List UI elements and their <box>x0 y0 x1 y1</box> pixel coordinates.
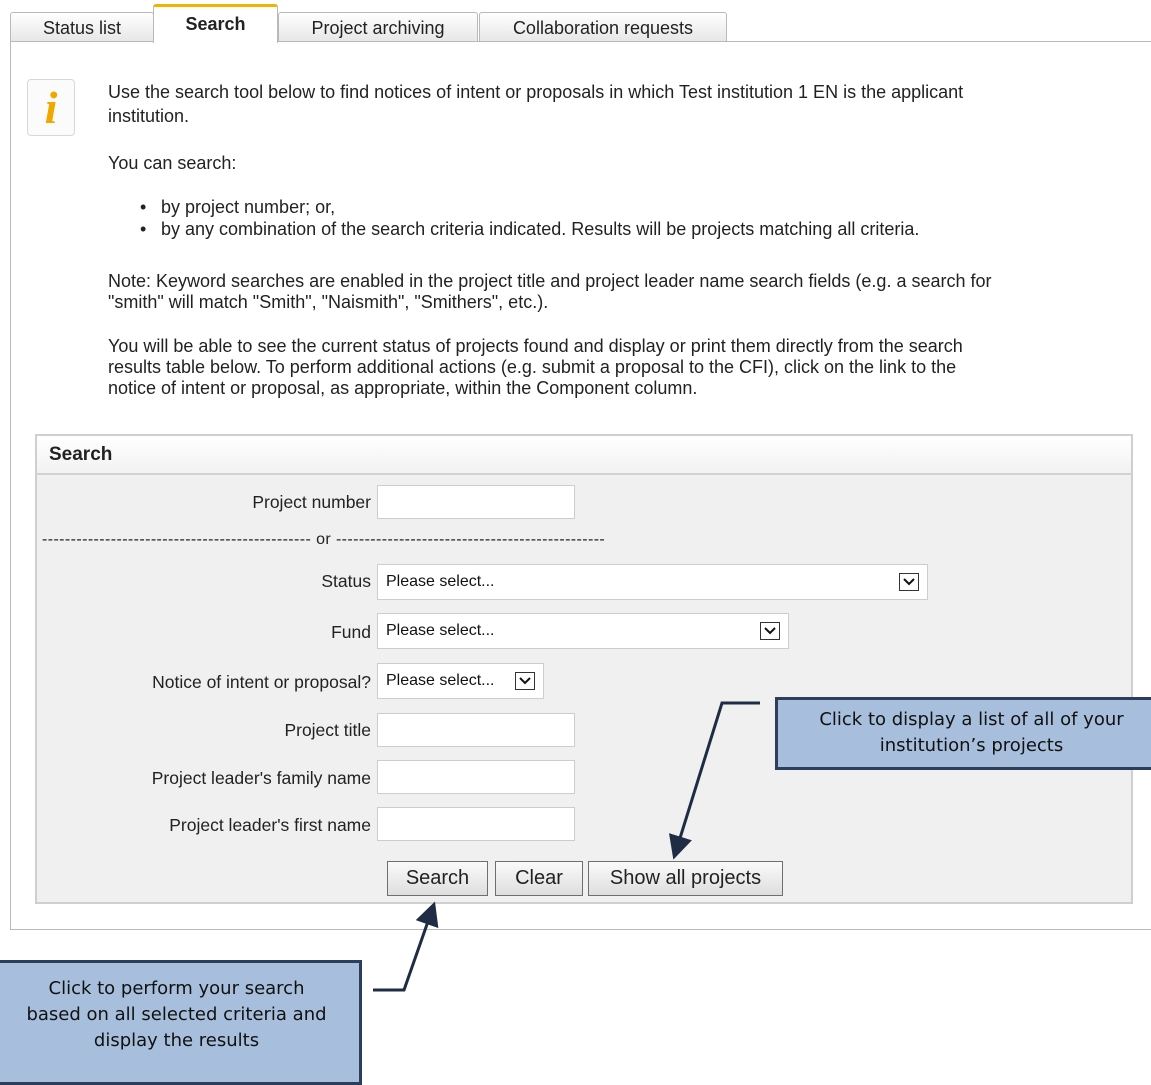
search-options-list: by project number; or, by any combinatio… <box>140 196 919 240</box>
leader-first-name-input[interactable] <box>377 807 575 841</box>
notice-or-proposal-label: Notice of intent or proposal? <box>152 672 371 692</box>
status-select[interactable]: Please select... <box>377 564 928 600</box>
list-item: by project number; or, <box>140 196 919 218</box>
project-title-label: Project title <box>284 720 371 740</box>
status-select-value: Please select... <box>386 573 495 590</box>
callout-text: Click to perform your search <box>48 978 305 999</box>
note-text-line2: "smith" will match "Smith", "Naismith", … <box>108 292 549 312</box>
can-search-text: You can search: <box>108 153 237 173</box>
tab-search[interactable]: Search <box>153 4 278 43</box>
info-icon: i <box>27 79 75 136</box>
project-number-input[interactable] <box>377 485 575 519</box>
tab-collaboration-requests[interactable]: Collaboration requests <box>479 12 727 42</box>
show-all-projects-button[interactable]: Show all projects <box>588 861 783 896</box>
intro-text-line1: Use the search tool below to find notice… <box>108 82 964 102</box>
notice-or-proposal-select-value: Please select... <box>386 672 495 689</box>
notice-or-proposal-select[interactable]: Please select... <box>377 663 544 699</box>
tab-status-list[interactable]: Status list <box>10 12 154 42</box>
list-item: by any combination of the search criteri… <box>140 218 919 240</box>
chevron-down-icon[interactable] <box>899 573 919 591</box>
clear-button[interactable]: Clear <box>495 861 583 896</box>
leader-family-name-label: Project leader's family name <box>151 768 371 788</box>
chevron-down-icon[interactable] <box>760 622 780 640</box>
leader-first-name-label: Project leader's first name <box>169 815 371 835</box>
tab-project-archiving[interactable]: Project archiving <box>278 12 478 42</box>
status-text-line2: results table below. To perform addition… <box>108 357 957 377</box>
fund-select-value: Please select... <box>386 622 495 639</box>
leader-family-name-input[interactable] <box>377 760 575 794</box>
project-title-input[interactable] <box>377 713 575 747</box>
fund-select[interactable]: Please select... <box>377 613 789 649</box>
show-all-callout: Click to display a list of all of your i… <box>775 697 1151 770</box>
intro-text-line2: institution. <box>108 106 190 126</box>
status-text-line3: notice of intent or proposal, as appropr… <box>108 378 698 398</box>
project-number-label: Project number <box>252 492 371 512</box>
callout-text: Click to display a list of all of your <box>819 709 1124 730</box>
fund-label: Fund <box>331 622 371 642</box>
note-text-line1: Note: Keyword searches are enabled in th… <box>108 271 992 291</box>
status-text-line1: You will be able to see the current stat… <box>108 336 963 356</box>
callout-text: institution’s projects <box>879 735 1064 756</box>
or-divider: ----------------------------------------… <box>42 531 606 548</box>
search-panel-title: Search <box>37 436 1131 475</box>
status-label: Status <box>321 571 371 591</box>
search-button[interactable]: Search <box>387 861 488 896</box>
callout-text: based on all selected criteria and <box>26 1004 327 1025</box>
search-callout: Click to perform your search based on al… <box>0 960 362 1085</box>
callout-text: display the results <box>93 1030 260 1051</box>
chevron-down-icon[interactable] <box>515 672 535 690</box>
